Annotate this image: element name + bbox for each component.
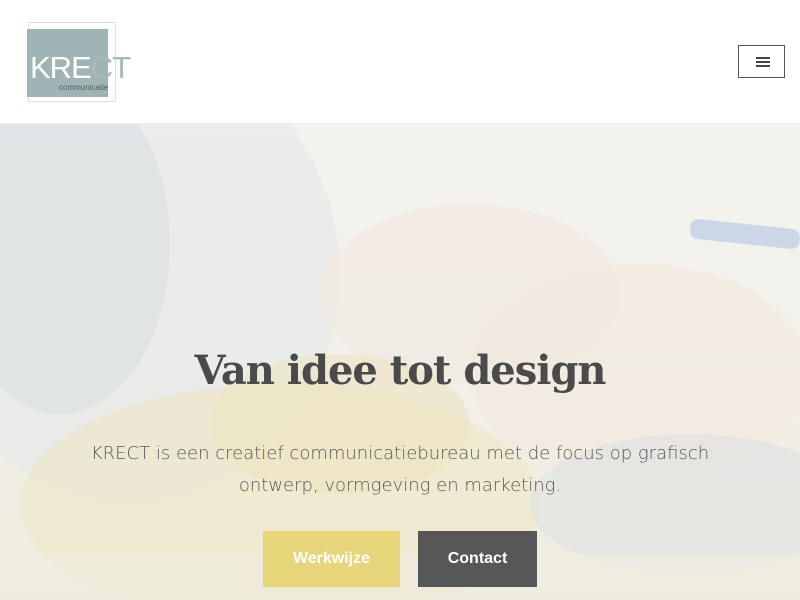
hero-description: KRECT is een creatief communicatiebureau… xyxy=(90,443,710,496)
site-header: KRECT communicatie xyxy=(0,0,800,124)
hamburger-icon-line xyxy=(756,61,770,63)
hamburger-icon xyxy=(756,57,770,59)
hero-title: Van idee tot design xyxy=(194,347,606,394)
logo-wordmark: KRECT xyxy=(30,50,131,85)
hamburger-icon-line xyxy=(756,65,770,67)
logo-word-tail: CT xyxy=(90,50,131,85)
hero-section: Van idee tot design KRECT is een creatie… xyxy=(0,124,800,600)
logo-subtitle: communicatie xyxy=(59,83,109,92)
logo[interactable]: KRECT communicatie xyxy=(26,22,131,102)
logo-word-main: KRE xyxy=(30,50,92,85)
werkwijze-button[interactable]: Werkwijze xyxy=(263,531,400,587)
menu-toggle-button[interactable] xyxy=(738,45,785,78)
contact-button[interactable]: Contact xyxy=(418,531,537,587)
